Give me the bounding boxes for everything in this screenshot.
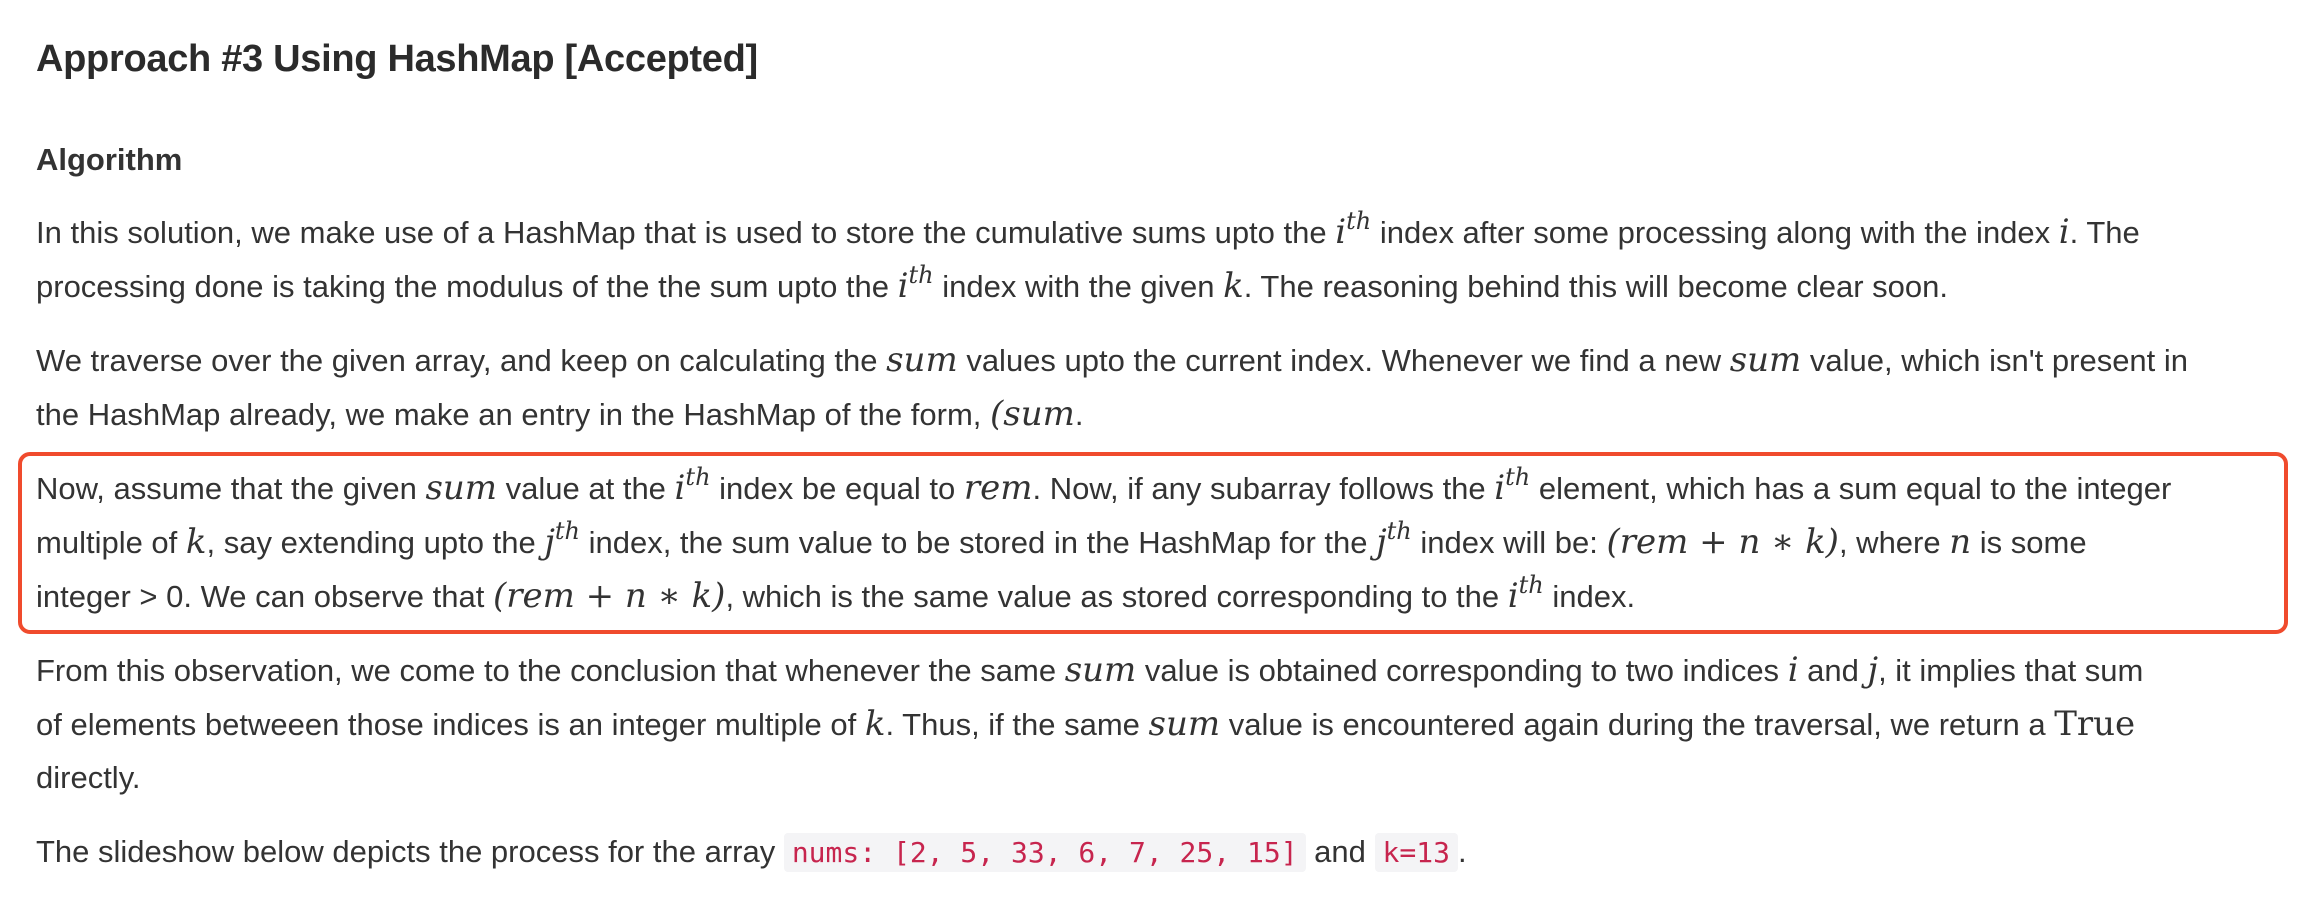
math-sum: sum xyxy=(1729,340,1802,380)
paragraph-intro: In this solution, we make use of a HashM… xyxy=(36,205,2276,313)
paragraph-line: of elements betweeen those indices is an… xyxy=(36,704,2136,744)
paragraph-line: the HashMap already, we make an entry in… xyxy=(36,394,1084,434)
paragraph-line: From this observation, we come to the co… xyxy=(36,650,2144,690)
math-i: i xyxy=(2058,212,2070,252)
article-page: Approach #3 Using HashMap [Accepted] Alg… xyxy=(0,0,2312,910)
math-true: True xyxy=(2054,704,2136,744)
code-k: k=13 xyxy=(1374,833,1458,872)
paragraph-line: directly. xyxy=(36,760,141,795)
math-i: i xyxy=(1787,650,1799,690)
math-k: k xyxy=(864,704,886,744)
paragraph-line: In this solution, we make use of a HashM… xyxy=(36,207,2140,252)
math-sum: sum xyxy=(1148,704,1221,744)
highlight-box xyxy=(18,452,2288,634)
math-sum: sum xyxy=(1064,650,1137,690)
paragraph-traverse: We traverse over the given array, and ke… xyxy=(36,333,2276,441)
math-sum: (sum xyxy=(990,394,1075,434)
math-i: ith xyxy=(897,261,934,306)
paragraph-line: The slideshow below depicts the process … xyxy=(36,825,2276,879)
math-j: j xyxy=(1867,650,1879,690)
code-nums: nums: [2, 5, 33, 6, 7, 25, 15] xyxy=(783,833,1306,872)
paragraph-slideshow: The slideshow below depicts the process … xyxy=(36,825,2276,879)
paragraph-line: processing done is taking the modulus of… xyxy=(36,261,1948,306)
algorithm-subheading: Algorithm xyxy=(36,142,183,177)
paragraph-conclusion: From this observation, we come to the co… xyxy=(36,643,2276,805)
math-i: ith xyxy=(1335,207,1372,252)
math-k: k xyxy=(1223,266,1244,306)
math-sum: sum xyxy=(886,340,958,380)
approach-heading: Approach #3 Using HashMap [Accepted] xyxy=(36,38,758,80)
paragraph-line: We traverse over the given array, and ke… xyxy=(36,340,2189,380)
